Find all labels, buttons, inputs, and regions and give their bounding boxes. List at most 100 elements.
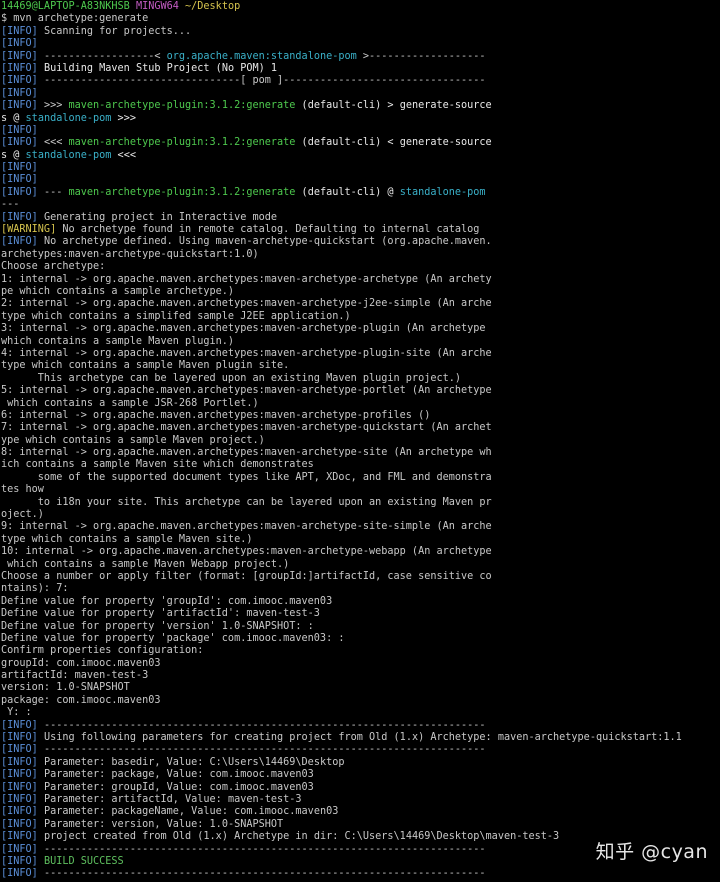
- terminal-text-segment: [INFO]: [1, 211, 38, 223]
- terminal-text-segment: No archetype defined. Using maven-archet…: [37, 236, 492, 248]
- terminal-line: [INFO] Using following parameters for cr…: [1, 732, 720, 744]
- terminal-line: [INFO]: [1, 174, 720, 186]
- terminal-text-segment: groupId: com.imooc.maven03: [1, 657, 161, 669]
- terminal-text-segment: [INFO]: [1, 831, 38, 843]
- terminal-text-segment: ------------------<: [37, 50, 167, 62]
- terminal-text-segment: maven-archetype-plugin:3.1.2:generate: [68, 137, 296, 149]
- terminal-text-segment: type which contains a sample Maven plugi…: [1, 360, 290, 372]
- terminal-line: Define value for property 'package' com.…: [1, 633, 720, 645]
- terminal-text-segment: 8: internal -> org.apache.maven.archetyp…: [1, 447, 492, 459]
- terminal-text-segment: 4: internal -> org.apache.maven.archetyp…: [1, 347, 492, 359]
- terminal-text-segment: standalone-pom: [399, 186, 486, 198]
- terminal-line: which contains a sample JSR-268 Portlet.…: [1, 398, 720, 410]
- terminal-text-segment: MINGW64: [135, 1, 186, 12]
- terminal-text-segment: ----------------------------------------…: [37, 843, 486, 855]
- terminal-line: [INFO] Scanning for projects...: [1, 26, 720, 38]
- terminal-line: [INFO] --------------------------------[…: [1, 75, 720, 87]
- terminal-text-segment: [INFO]: [1, 794, 38, 805]
- terminal-line: 7: internal -> org.apache.maven.archetyp…: [1, 422, 720, 434]
- terminal-line: some of the supported document types lik…: [1, 472, 720, 484]
- terminal-text-segment: 14469@LAPTOP-A83NKHSB: [1, 1, 136, 12]
- terminal-line: This archetype can be layered upon an ex…: [1, 373, 720, 385]
- terminal-line: ich contains a sample Maven site which d…: [1, 459, 720, 471]
- terminal-text-segment: [INFO]: [1, 174, 38, 186]
- terminal-line: [INFO] ---------------------------------…: [1, 868, 720, 880]
- terminal-text-segment: which contains a sample JSR-268 Portlet.…: [1, 397, 259, 409]
- terminal-text-segment: Choose archetype:: [1, 261, 106, 273]
- terminal-text-segment: 10: internal -> org.apache.maven.archety…: [1, 546, 492, 558]
- terminal-text-segment: [INFO]: [1, 87, 38, 99]
- terminal-text-segment: >>>: [111, 112, 136, 124]
- terminal-text-segment: [INFO]: [1, 186, 38, 198]
- terminal-text-segment: ----------------------------------------…: [37, 719, 486, 731]
- terminal-text-segment: to i18n your site. This archetype can be…: [1, 496, 492, 508]
- terminal-text-segment: No archetype found in remote catalog. De…: [56, 224, 480, 236]
- terminal-text-segment: oject.): [1, 509, 44, 521]
- terminal-text-segment: version: 1.0-SNAPSHOT: [1, 682, 130, 694]
- terminal-line: which contains a sample Maven plugin.): [1, 336, 720, 348]
- terminal-line: s @ standalone-pom <<<: [1, 150, 720, 162]
- terminal-text-segment: [INFO]: [1, 781, 38, 793]
- terminal-line: [INFO] ---------------------------------…: [1, 744, 720, 756]
- terminal-text-segment: 6: internal -> org.apache.maven.archetyp…: [1, 409, 431, 421]
- terminal-text-segment: Y: :: [1, 707, 32, 719]
- terminal-text-segment: [INFO]: [1, 124, 38, 136]
- terminal-line: [INFO] <<< maven-archetype-plugin:3.1.2:…: [1, 137, 720, 149]
- terminal-text-segment: 2: internal -> org.apache.maven.archetyp…: [1, 298, 492, 310]
- terminal-text-segment: 7: internal -> org.apache.maven.archetyp…: [1, 422, 492, 434]
- terminal-line: [INFO]: [1, 88, 720, 100]
- terminal-text-segment: 1: internal -> org.apache.maven.archetyp…: [1, 273, 492, 285]
- terminal-text-segment: [INFO]: [1, 50, 38, 62]
- terminal-line: [INFO] ---------------------------------…: [1, 720, 720, 732]
- terminal-text-segment: [INFO]: [1, 100, 38, 112]
- terminal-line: [INFO] ------------------< org.apache.ma…: [1, 51, 720, 63]
- watermark: 知乎 @cyan: [595, 841, 708, 863]
- terminal-line: 5: internal -> org.apache.maven.archetyp…: [1, 385, 720, 397]
- terminal-text-segment: [INFO]: [1, 769, 38, 781]
- terminal-line: Define value for property 'artifactId': …: [1, 608, 720, 620]
- terminal-text-segment: This archetype can be layered upon an ex…: [1, 372, 462, 384]
- terminal-line: 1: internal -> org.apache.maven.archetyp…: [1, 274, 720, 286]
- terminal-line: $ mvn archetype:generate: [1, 13, 720, 25]
- terminal-line: [WARNING] No archetype found in remote c…: [1, 224, 720, 236]
- terminal-text-segment: artifactId: maven-test-3: [1, 670, 149, 682]
- terminal-line: Confirm properties configuration:: [1, 645, 720, 657]
- terminal-line: Choose a number or apply filter (format:…: [1, 571, 720, 583]
- terminal-text-segment: >-------------------: [356, 50, 486, 62]
- terminal-line: 6: internal -> org.apache.maven.archetyp…: [1, 410, 720, 422]
- terminal-text-segment: Confirm properties configuration:: [1, 645, 204, 657]
- terminal-text-segment: [INFO]: [1, 732, 38, 744]
- terminal-text-segment: [INFO]: [1, 38, 38, 50]
- terminal-line: package: com.imooc.maven03: [1, 695, 720, 707]
- terminal-text-segment: [INFO]: [1, 236, 38, 248]
- terminal-line: 3: internal -> org.apache.maven.archetyp…: [1, 323, 720, 335]
- terminal-window[interactable]: 14469@LAPTOP-A83NKHSB MINGW64 ~/Desktop $…: [0, 0, 720, 882]
- terminal-line: [INFO] Parameter: basedir, Value: C:\Use…: [1, 757, 720, 769]
- terminal-text-segment: ich contains a sample Maven site which d…: [1, 459, 314, 471]
- terminal-text-segment: tes how: [1, 484, 44, 496]
- terminal-line: type which contains a simplifed sample J…: [1, 311, 720, 323]
- terminal-text-segment: [INFO]: [1, 137, 38, 149]
- terminal-text-segment: archetypes:maven-archetype-quickstart:1.…: [1, 248, 259, 260]
- terminal-text-segment: Define value for property 'groupId': com…: [1, 595, 333, 607]
- terminal-line: [INFO] Parameter: packageName, Value: co…: [1, 806, 720, 818]
- terminal-text-segment: maven-archetype-plugin:3.1.2:generate: [68, 186, 296, 198]
- terminal-text-segment: Building Maven Stub Project (No POM) 1: [37, 62, 278, 74]
- terminal-line: Choose archetype:: [1, 261, 720, 273]
- terminal-line: 4: internal -> org.apache.maven.archetyp…: [1, 348, 720, 360]
- terminal-line: Define value for property 'version' 1.0-…: [1, 621, 720, 633]
- terminal-text-segment: (default-cli) < generate-source: [295, 137, 492, 149]
- terminal-text-segment: Parameter: package, Value: com.imooc.mav…: [37, 769, 314, 781]
- terminal-text-segment: Parameter: artifactId, Value: maven-test…: [37, 794, 302, 805]
- terminal-line: which contains a sample Maven Webapp pro…: [1, 559, 720, 571]
- terminal-text-segment: standalone-pom: [25, 112, 112, 124]
- terminal-line: [INFO]: [1, 125, 720, 137]
- terminal-text-segment: [INFO]: [1, 75, 38, 87]
- terminal-text-segment: ~/Desktop: [185, 1, 241, 12]
- terminal-line: [INFO] --- maven-archetype-plugin:3.1.2:…: [1, 187, 720, 199]
- terminal-text-segment: (default-cli) > generate-source: [295, 100, 492, 112]
- terminal-text-segment: Parameter: packageName, Value: com.imooc…: [37, 806, 339, 818]
- terminal-line: [INFO] Building Maven Stub Project (No P…: [1, 63, 720, 75]
- terminal-text-segment: which contains a sample Maven plugin.): [1, 335, 235, 347]
- terminal-line: version: 1.0-SNAPSHOT: [1, 682, 720, 694]
